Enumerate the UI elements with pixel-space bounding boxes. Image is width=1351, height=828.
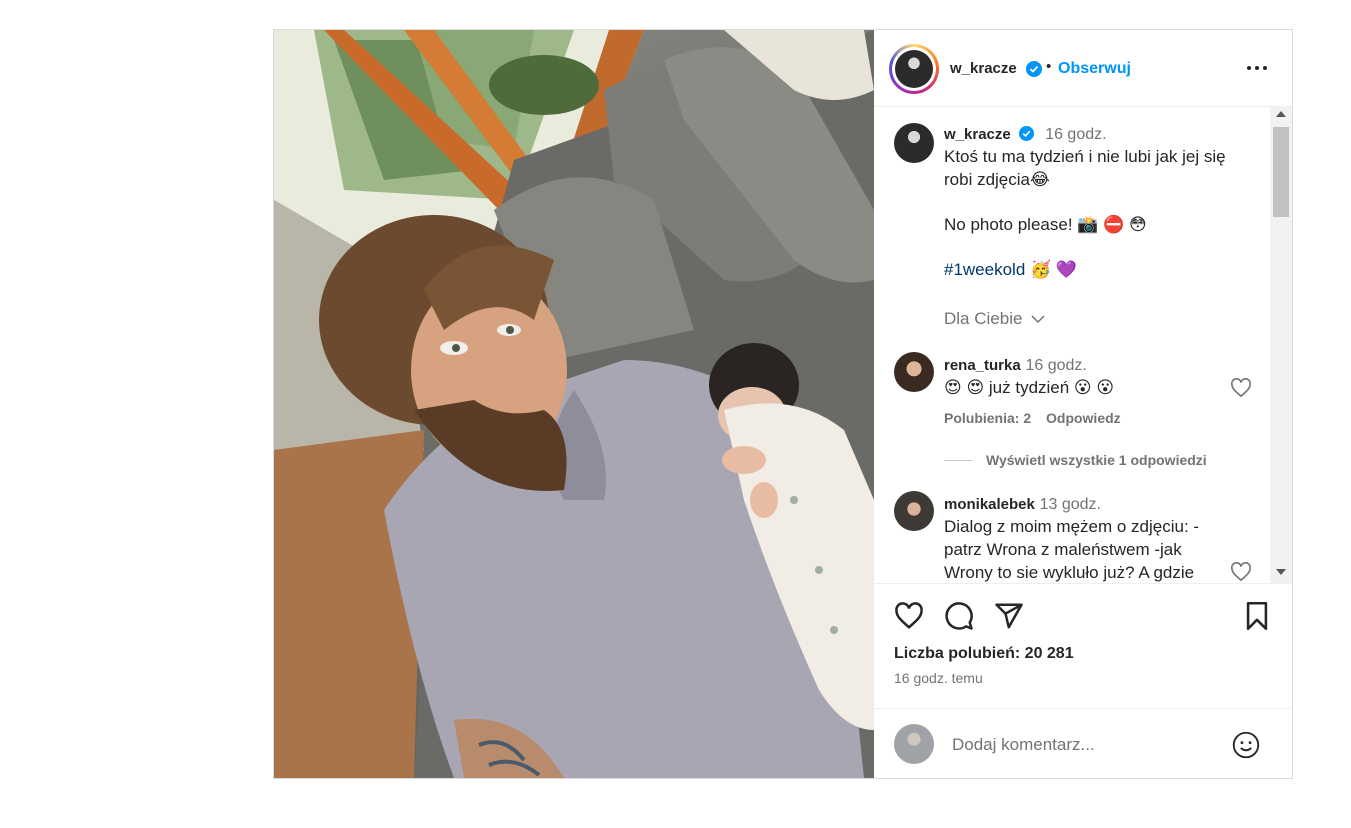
header-separator: • [1046,58,1052,75]
caption-line-2: robi zdjęcia😂 [944,170,1050,189]
instagram-post: w_kracze • Obserwuj w_kracze 16 godz. Kt… [273,29,1293,779]
post-photo[interactable] [274,30,874,778]
comment-1-reply-button[interactable]: Odpowiedz [1046,410,1121,426]
caption-block: w_kracze 16 godz. [944,122,1264,147]
replies-divider-line [944,460,972,461]
comment-2-line-2: patrz Wrona z maleństwem -jak [944,540,1182,559]
comments-scroll-area[interactable]: w_kracze 16 godz. Ktoś tu ma tydzień i n… [874,107,1292,583]
chevron-down-icon [1031,315,1045,324]
caption-username[interactable]: w_kracze [944,126,1011,143]
comment-avatar-monikalebek[interactable] [894,491,934,531]
comment-1-time: 16 godz. [1025,357,1087,374]
likes-count[interactable]: Liczba polubień: 20 281 [894,645,1074,663]
caption-line-1: Ktoś tu ma tydzień i nie lubi jak jej si… [944,147,1226,166]
caption-hashtag-line: #1weekold 🥳 💜 [944,258,1264,281]
comment-2-line-1: Dialog z moim mężem o zdjęciu: - [944,517,1200,536]
comment-2-time: 13 godz. [1039,496,1101,513]
comment-1-username[interactable]: rena_turka [944,357,1021,374]
add-comment-bar [874,708,1292,781]
more-options-icon[interactable] [1244,56,1270,80]
hashtag-link[interactable]: #1weekold [944,260,1025,279]
comment-1-likes[interactable]: Polubienia: 2 [944,410,1031,426]
scrollbar-thumb[interactable] [1273,127,1289,217]
comment-2-line-3: Wrony to sie wykluło już? A gdzie [944,563,1195,582]
caption-line-3: No photo please! 📸 ⛔ 😳 [944,215,1147,234]
emoji-icon[interactable] [1232,731,1260,764]
caption-avatar[interactable] [894,123,934,163]
hashtag-suffix: 🥳 💜 [1025,260,1078,279]
share-icon[interactable] [994,601,1024,636]
verified-badge-icon [1026,61,1042,82]
current-user-avatar [894,724,934,764]
post-header: w_kracze • Obserwuj [874,30,1292,107]
comment-2-header: monikalebek 13 godz. [944,492,1244,516]
comment-1-text: 😍 😍 już tydzień 😮 😮 [944,378,1115,397]
dla-ciebie-label: Dla Ciebie [944,309,1023,328]
comments-scrollbar[interactable] [1270,107,1292,583]
post-actions-section: Liczba polubień: 20 281 16 godz. temu [874,583,1292,784]
scroll-up-arrow-icon[interactable] [1276,111,1286,117]
post-photo-illustration [274,30,874,778]
post-time-ago: 16 godz. temu [894,670,983,686]
comment-2-username[interactable]: monikalebek [944,496,1035,513]
caption-time: 16 godz. [1045,126,1107,143]
comment-2-like-heart-icon[interactable] [1230,562,1252,582]
add-comment-input[interactable] [950,729,1224,761]
scroll-down-arrow-icon[interactable] [1276,569,1286,575]
caption-verified-badge-icon [1019,124,1035,147]
comment-icon[interactable] [944,601,974,636]
dla-ciebie-button[interactable]: Dla Ciebie [944,307,1045,330]
bookmark-icon[interactable] [1244,602,1270,635]
like-heart-icon[interactable] [894,602,924,635]
author-avatar[interactable] [889,44,939,94]
comment-1-header: rena_turka 16 godz. [944,353,1244,377]
follow-button[interactable]: Obserwuj [1058,60,1131,78]
comment-1-like-heart-icon[interactable] [1230,378,1252,398]
comment-avatar-rena-turka[interactable] [894,352,934,392]
author-username[interactable]: w_kracze [950,60,1017,77]
post-side-panel: w_kracze • Obserwuj w_kracze 16 godz. Kt… [874,30,1292,778]
view-replies-button[interactable]: Wyświetl wszystkie 1 odpowiedzi [986,452,1207,468]
